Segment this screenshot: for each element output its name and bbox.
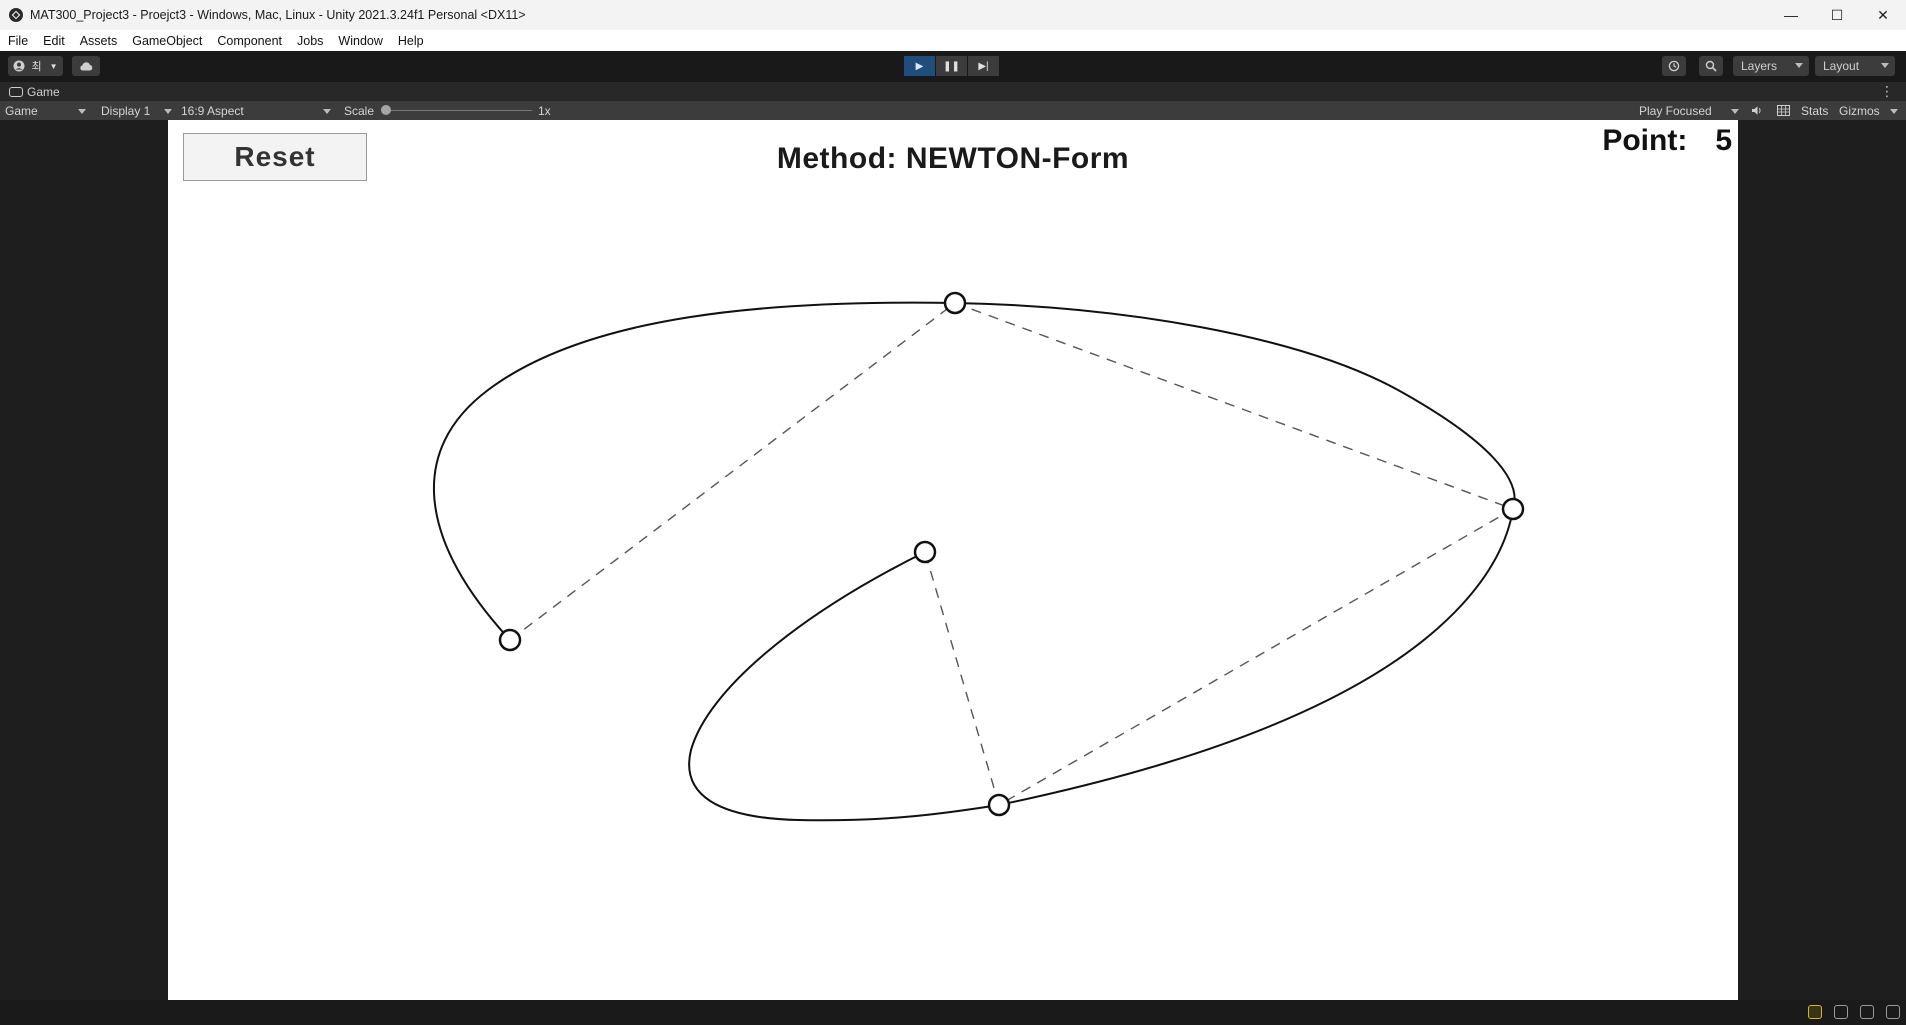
database-icon[interactable]	[1834, 1005, 1848, 1019]
display-dropdown[interactable]: Display 1	[101, 103, 174, 118]
layout-dropdown[interactable]: Layout	[1815, 56, 1895, 76]
layout-label: Layout	[1823, 59, 1860, 73]
control-polygon	[509, 302, 1515, 807]
grid-icon	[1777, 105, 1790, 116]
game-view-bar: Game Display 1 16:9 Aspect Scale 1x Play…	[0, 101, 1906, 120]
menu-gameobject[interactable]: GameObject	[124, 34, 209, 48]
unity-logo-icon	[9, 8, 23, 22]
status-bar	[0, 1000, 1906, 1025]
menu-window[interactable]: Window	[330, 34, 389, 48]
account-dropdown[interactable]: 최 ▼	[8, 56, 63, 76]
check-icon[interactable]	[1886, 1005, 1900, 1019]
aspect-label: 16:9 Aspect	[181, 103, 244, 118]
cloud-icon	[80, 62, 93, 71]
gamepad-icon	[9, 86, 23, 97]
menu-bar: File Edit Assets GameObject Component Jo…	[0, 30, 1906, 51]
account-icon	[13, 60, 25, 72]
chevron-down-icon	[1890, 109, 1898, 114]
display-label: Display 1	[101, 103, 151, 118]
minimize-button[interactable]: —	[1768, 0, 1814, 30]
gizmos-dropdown[interactable]: Gizmos	[1839, 103, 1898, 118]
play-controls: ▶ ❚❚ ▶|	[904, 56, 1000, 76]
menu-jobs[interactable]: Jobs	[289, 34, 330, 48]
search-icon	[1705, 60, 1717, 72]
history-button[interactable]	[1662, 56, 1686, 76]
step-button[interactable]: ▶|	[968, 56, 999, 76]
close-button[interactable]: ✕	[1860, 0, 1906, 30]
scale-slider-track[interactable]	[386, 110, 532, 111]
chevron-down-icon	[1881, 63, 1889, 68]
scale-slider-handle[interactable]	[381, 105, 391, 115]
scale-value: 1x	[538, 103, 551, 118]
search-button[interactable]	[1699, 56, 1723, 76]
menu-file[interactable]: File	[0, 34, 35, 48]
window-controls: — ☐ ✕	[1768, 0, 1906, 30]
menu-component[interactable]: Component	[209, 34, 289, 48]
tab-game-label: Game	[27, 84, 60, 99]
layers-dropdown[interactable]: Layers	[1733, 56, 1809, 76]
window-title: MAT300_Project3 - Proejct3 - Windows, Ma…	[30, 8, 526, 22]
history-icon	[1668, 60, 1680, 72]
chevron-down-icon	[164, 109, 172, 114]
stats-grid-button[interactable]	[1777, 103, 1790, 118]
chevron-down-icon	[323, 109, 331, 114]
control-point[interactable]	[943, 291, 967, 315]
control-point[interactable]	[498, 628, 522, 652]
play-button[interactable]: ▶	[904, 56, 935, 76]
pause-button[interactable]: ❚❚	[936, 56, 967, 76]
chevron-down-icon: ▼	[49, 61, 58, 71]
speaker-icon	[1752, 106, 1761, 115]
play-focused-dropdown[interactable]: Play Focused	[1639, 103, 1740, 118]
curve-canvas	[433, 291, 1525, 822]
tab-game[interactable]: Game	[0, 85, 60, 99]
layers-label: Layers	[1741, 59, 1778, 73]
menu-edit[interactable]: Edit	[35, 34, 72, 48]
maximize-button[interactable]: ☐	[1814, 0, 1860, 30]
chevron-down-icon	[1795, 63, 1803, 68]
gizmos-label: Gizmos	[1839, 103, 1880, 118]
menu-assets[interactable]: Assets	[72, 34, 125, 48]
warning-icon[interactable]	[1808, 1005, 1822, 1019]
more-options-icon[interactable]: ⋮	[1880, 83, 1894, 100]
game-mode-label: Game	[5, 103, 38, 118]
main-toolbar: 최 ▼ ▶ ❚❚ ▶| Layers Layout	[0, 51, 1906, 83]
cloud-button[interactable]	[72, 56, 100, 76]
chevron-down-icon	[1731, 109, 1739, 114]
aspect-dropdown[interactable]: 16:9 Aspect	[181, 103, 333, 118]
window-titlebar: MAT300_Project3 - Proejct3 - Windows, Ma…	[0, 0, 1906, 30]
control-point[interactable]	[1501, 497, 1525, 521]
status-icons	[1796, 1005, 1900, 1019]
control-point[interactable]	[913, 540, 937, 564]
account-label: 최	[31, 61, 42, 73]
game-tab-bar: Game ⋮	[0, 82, 1906, 101]
mute-audio-button[interactable]	[1751, 103, 1763, 118]
game-mode-dropdown[interactable]: Game	[5, 103, 89, 118]
debug-icon[interactable]	[1860, 1005, 1874, 1019]
play-focused-label: Play Focused	[1639, 103, 1712, 118]
game-viewport[interactable]: Reset Method: NEWTON-Form Point: 5	[168, 120, 1738, 1000]
control-point[interactable]	[987, 793, 1011, 817]
chevron-down-icon	[78, 109, 86, 114]
scale-label: Scale	[344, 103, 375, 118]
newton-curve	[433, 301, 1516, 822]
stats-button[interactable]: Stats	[1801, 103, 1828, 118]
menu-help[interactable]: Help	[390, 34, 431, 48]
